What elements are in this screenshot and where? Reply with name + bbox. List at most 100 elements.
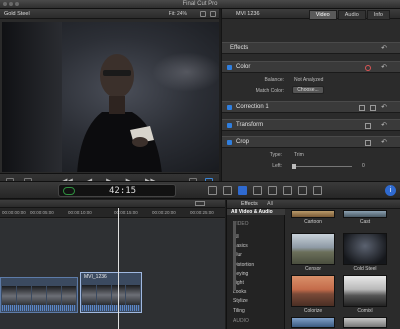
ruler-tick: 00:00:00:00 — [2, 210, 26, 215]
color-board-icon[interactable] — [365, 65, 371, 71]
effect-name: Censor — [304, 266, 322, 272]
transform-header[interactable]: Transform ↶ — [222, 119, 400, 131]
audio-waveform — [82, 305, 140, 311]
correction-header[interactable]: Correction 1 ↶ — [222, 101, 400, 113]
color-board-icon[interactable] — [359, 105, 365, 111]
balance-row: Balance: Not Analyzed — [222, 75, 400, 85]
background-shelf — [2, 22, 62, 172]
effects-category-list: All Video & Audio VIDEO All Basics Blur … — [227, 209, 285, 329]
inspector-header: MVI 1236 Video Audio Info — [222, 9, 400, 20]
crop-header[interactable]: Crop ↶ — [222, 136, 400, 148]
video-frame — [2, 22, 219, 172]
effects-title: Effects — [241, 201, 258, 207]
reset-icon[interactable]: ↶ — [381, 103, 387, 111]
effects-thumbnail-grid: Cartoon Cast Censor Cold Steel Colorize … — [289, 209, 399, 329]
timeline-panel: 00:00:00:00 00:00:05:00 00:00:10:00 00:0… — [0, 200, 225, 329]
keyframe-icon[interactable] — [370, 105, 376, 111]
reset-icon[interactable]: ↶ — [381, 121, 387, 129]
crop-left-row: Left: 0 — [222, 161, 400, 171]
ruler-tick: 00:00:20:00 — [152, 210, 176, 215]
left-slider[interactable] — [292, 164, 352, 169]
balance-label: Balance: — [264, 77, 284, 83]
effects-filter-dropdown[interactable]: All — [267, 201, 273, 207]
effect-thumbnail[interactable] — [291, 233, 335, 265]
choose-button[interactable]: Choose... — [292, 86, 324, 94]
titles-browser-icon[interactable] — [283, 186, 292, 195]
audio-waveform — [2, 305, 76, 311]
effect-name: Cold Steel — [353, 266, 377, 272]
inspector-toggle-icon[interactable]: i — [385, 185, 396, 196]
effect-thumbnail[interactable] — [343, 317, 387, 328]
category-scrollbar[interactable] — [233, 221, 236, 291]
effect-thumbnail[interactable] — [291, 275, 335, 307]
effect-thumbnail[interactable] — [343, 210, 387, 218]
tab-audio[interactable]: Audio — [337, 10, 366, 20]
playhead[interactable] — [118, 208, 119, 329]
ruler-tick: 00:00:05:00 — [30, 210, 54, 215]
category-item[interactable]: All Video & Audio — [227, 209, 285, 215]
type-popup[interactable]: Trim — [294, 152, 304, 158]
crop-type-row: Type: Trim — [222, 150, 400, 160]
category-item[interactable]: Tiling — [233, 308, 245, 314]
clip-appearance-icon[interactable] — [195, 201, 205, 206]
viewer-header: Gold Steel Fit: 24% — [0, 9, 219, 19]
reset-icon[interactable]: ↶ — [381, 44, 387, 52]
select-tool-icon[interactable] — [208, 186, 217, 195]
category-item[interactable]: Distortion — [233, 262, 254, 268]
crop-onscreen-icon[interactable] — [365, 140, 371, 146]
effects-browser: Effects All All Video & Audio VIDEO All … — [226, 200, 400, 329]
viewer-clip-name: Gold Steel — [4, 11, 30, 17]
inspector-clip-name: MVI 1236 — [236, 11, 260, 17]
tab-info[interactable]: Info — [366, 10, 390, 20]
category-item[interactable]: Stylize — [233, 298, 248, 304]
effect-name: Cast — [359, 219, 371, 225]
color-effect-header[interactable]: Color ↶ — [222, 61, 400, 73]
left-value[interactable]: 0 — [362, 163, 365, 169]
enable-checkbox[interactable] — [227, 105, 232, 110]
balance-value: Not Analyzed — [294, 77, 324, 83]
category-header: AUDIO — [233, 318, 249, 324]
effect-thumbnail[interactable] — [291, 210, 335, 218]
ruler-tick: 00:00:10:00 — [68, 210, 92, 215]
effects-browser-icon[interactable] — [238, 186, 247, 195]
transform-label: Transform — [236, 122, 264, 128]
effect-name: Cartoon — [304, 219, 322, 225]
ruler-tick: 00:00:25:00 — [190, 210, 214, 215]
music-browser-icon[interactable] — [268, 186, 277, 195]
app-title: Final Cut Pro — [182, 1, 218, 7]
inspector-panel: MVI 1236 Video Audio Info Effects ↶ Colo… — [221, 9, 400, 181]
photo-browser-icon[interactable] — [253, 186, 262, 195]
reset-icon[interactable]: ↶ — [381, 138, 387, 146]
tab-video[interactable]: Video — [308, 10, 337, 20]
crop-label: Crop — [236, 139, 250, 145]
window-titlebar: Final Cut Pro — [0, 0, 400, 9]
timeline-clip-selected[interactable]: MVI_1236 — [80, 272, 142, 313]
generators-browser-icon[interactable] — [298, 186, 307, 195]
effect-thumbnail[interactable] — [343, 275, 387, 307]
timeline-header — [0, 200, 225, 208]
effects-section-header[interactable]: Effects ↶ — [222, 42, 400, 54]
timeline-clip[interactable] — [0, 277, 78, 313]
viewer-options-icon[interactable] — [200, 11, 206, 17]
themes-browser-icon[interactable] — [313, 186, 322, 195]
primary-storyline[interactable]: MVI_1236 — [0, 219, 225, 329]
effect-thumbnail[interactable] — [343, 233, 387, 265]
match-color-row: Match Color: Choose... — [222, 86, 400, 96]
retime-icon[interactable] — [223, 186, 232, 195]
type-label: Type: — [269, 152, 282, 158]
clip-name: MVI_1236 — [84, 274, 107, 280]
dashboard-timecode[interactable]: 42:15 — [58, 184, 176, 197]
enable-checkbox[interactable] — [227, 65, 232, 70]
viewer-panel: Gold Steel Fit: 24% ◀◀ ◀ ▶ ▶ ▶▶ — [0, 9, 219, 190]
enable-checkbox[interactable] — [227, 140, 232, 145]
effect-thumbnail[interactable] — [291, 317, 335, 328]
fullscreen-icon[interactable] — [210, 11, 216, 17]
timeline-ruler[interactable]: 00:00:00:00 00:00:05:00 00:00:10:00 00:0… — [0, 208, 225, 218]
reset-icon[interactable]: ↶ — [381, 63, 387, 71]
enable-checkbox[interactable] — [227, 123, 232, 128]
slider-knob[interactable] — [292, 164, 296, 169]
background-tasks-icon[interactable] — [63, 187, 75, 195]
zoom-fit-dropdown[interactable]: Fit: 24% — [169, 11, 187, 17]
transform-onscreen-icon[interactable] — [365, 123, 371, 129]
left-label: Left: — [272, 163, 282, 169]
